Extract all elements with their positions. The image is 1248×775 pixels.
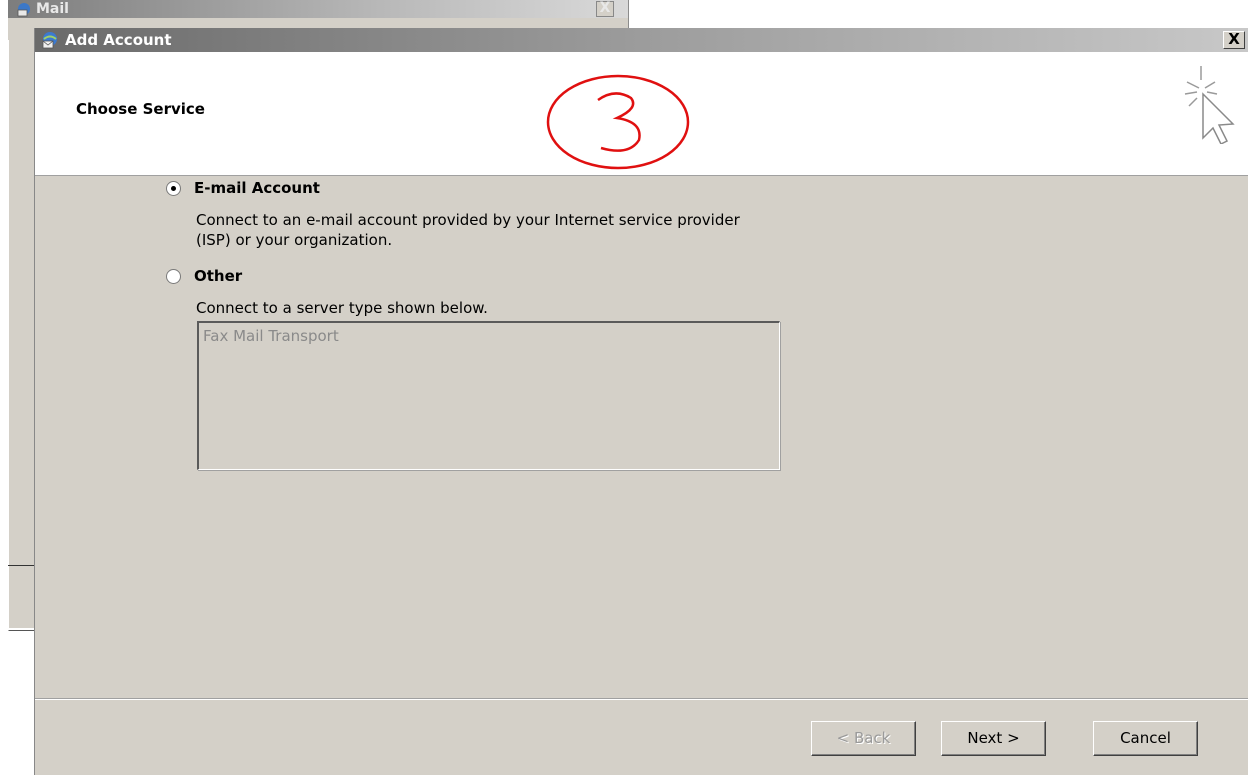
background-titlebar: Mail X [8,0,628,18]
list-item: Fax Mail Transport [203,327,339,345]
email-description-line2: (ISP) or your organization. [196,231,393,249]
background-window-frame [8,40,35,631]
next-button[interactable]: Next > [941,721,1046,756]
close-button[interactable]: X [1223,31,1245,49]
annotation-text: 3 [618,129,619,131]
cancel-button[interactable]: Cancel [1093,721,1198,756]
other-description: Connect to a server type shown below. [196,299,488,317]
dialog-title: Add Account [65,31,172,49]
mail-globe-icon [17,3,30,17]
email-account-label[interactable]: E-mail Account [194,179,320,197]
wizard-header: Choose Service 3 [35,52,1248,176]
back-button: < Back [811,721,916,756]
email-account-radio[interactable] [166,181,181,196]
handwritten-annotation: 3 [546,74,690,170]
email-account-description: Connect to an e-mail account provided by… [196,210,916,250]
background-window-title: Mail [36,1,69,17]
server-type-list: Fax Mail Transport [197,321,780,470]
other-label[interactable]: Other [194,267,242,285]
other-radio[interactable] [166,269,181,284]
dialog-titlebar[interactable]: Add Account X [35,28,1248,52]
page-title: Choose Service [76,100,205,118]
add-account-dialog: Add Account X Choose Service 3 E-mail Ac… [34,28,1248,775]
radio-selected-dot [171,186,176,191]
email-description-line1: Connect to an e-mail account provided by… [196,211,740,229]
background-close-button[interactable]: X [596,1,614,17]
wizard-cursor-sparkle-icon [1184,66,1235,144]
mail-globe-icon [42,32,57,49]
footer-separator [35,698,1248,700]
